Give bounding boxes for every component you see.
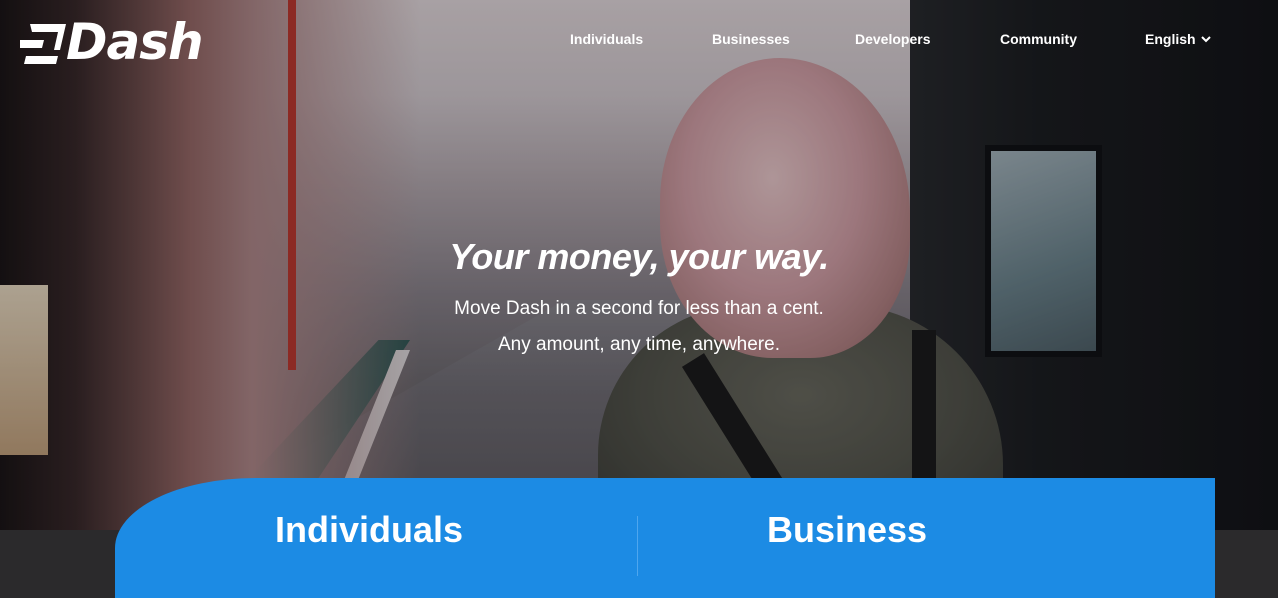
card-heading-individuals[interactable]: Individuals [275, 508, 463, 552]
language-label: English [1145, 31, 1196, 47]
hero-subline-2: Any amount, any time, anywhere. [498, 334, 780, 355]
nav-community[interactable]: Community [1000, 30, 1077, 48]
card-divider [637, 516, 638, 576]
nav-businesses[interactable]: Businesses [712, 30, 790, 48]
audience-card: Individuals Business [115, 478, 1215, 598]
language-selector[interactable]: English [1145, 30, 1212, 48]
chevron-down-icon [1200, 36, 1211, 43]
hero-headline: Your money, your way. [449, 236, 829, 277]
nav-developers[interactable]: Developers [855, 30, 930, 48]
hero-subline-1: Move Dash in a second for less than a ce… [454, 298, 824, 319]
card-heading-business[interactable]: Business [767, 508, 927, 552]
main-nav: Individuals Businesses Developers Commun… [0, 30, 1278, 50]
nav-individuals[interactable]: Individuals [570, 30, 643, 48]
site-header: Dash Individuals Businesses Developers C… [0, 0, 1278, 80]
